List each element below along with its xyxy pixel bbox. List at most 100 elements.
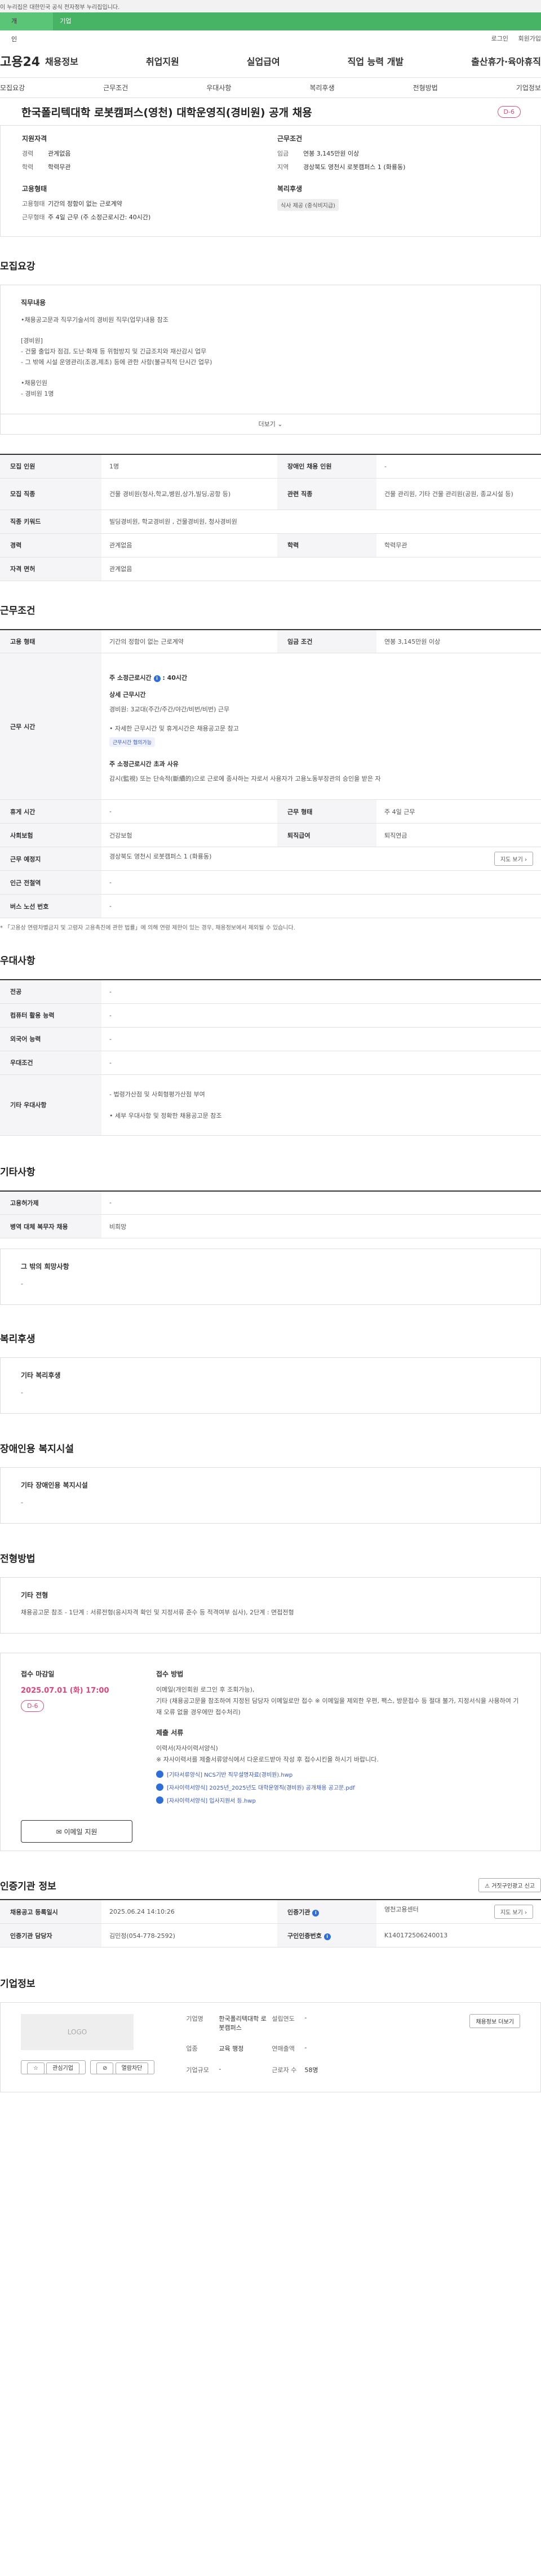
duty-line-7: - 경비원 1명: [21, 390, 54, 397]
table-value: -: [101, 980, 541, 1004]
block-button[interactable]: ⊘ 열람차단: [90, 2060, 155, 2074]
qual-career-label: 경력: [22, 150, 34, 157]
anchor-welfare[interactable]: 복리후생: [309, 83, 334, 92]
table-label: 근무 예정지: [0, 847, 101, 871]
place-value: 경상북도 영천시 로봇캠퍼스 1 (화룡동): [109, 853, 212, 860]
wish-value: -: [21, 1280, 23, 1287]
company-section-title: 기업정보: [0, 1979, 36, 1990]
more-button[interactable]: 더보기 ⌄: [0, 414, 541, 435]
file-link[interactable]: [자사이력서양식] 2025년_2025년도 대학운영직(경비원) 공개채용 공…: [156, 1783, 520, 1791]
info-icon[interactable]: i: [323, 1933, 331, 1940]
table-value: 학력무관: [376, 533, 541, 557]
cond-wage-label: 임금: [277, 150, 289, 157]
anchor-recruit[interactable]: 모집요강: [0, 83, 25, 92]
etc-section-title: 기타사항: [0, 1166, 36, 1178]
tab-personal[interactable]: 개인: [0, 12, 33, 43]
table-value: 김민정(054-778-2592): [101, 1923, 277, 1948]
cond-region: 지역 경상북도 영천시 로봇캠퍼스 1 (화룡동): [277, 162, 533, 171]
docs-line: ※ 자사이력서를 제출서류양식에서 다운로드받아 작성 후 접수시킨을 하시기 …: [156, 1756, 379, 1764]
cond-region-label: 지역: [277, 163, 289, 171]
table-value: -: [101, 1051, 541, 1075]
star-icon: ☆: [27, 2062, 45, 2074]
interest-button[interactable]: ☆ 관심기업: [21, 2060, 86, 2074]
chevron-down-icon: ⌄: [277, 421, 283, 428]
table-label: 채용공고 등록일시: [0, 1900, 101, 1924]
table-value: -: [101, 1027, 541, 1051]
company-info: 기업명 한국폴리텍대학 로봇캠퍼스 설립연도 - 업종 교육 행정 연매출액 - 기업규…: [186, 2014, 361, 2081]
qual-edu: 학력 학력무관: [22, 162, 277, 171]
table-label: 모집 인원: [0, 454, 101, 479]
gnb-item-support[interactable]: 취업지원: [146, 54, 179, 68]
table-label: 모집 직종: [0, 478, 101, 510]
anchor-process[interactable]: 전형방법: [413, 83, 438, 92]
info-icon[interactable]: i: [312, 1909, 320, 1916]
map-button[interactable]: 지도 보기 ›: [494, 852, 533, 866]
table-value: 퇴직연금: [376, 823, 541, 847]
co-value: 한국폴리텍대학 로봇캠퍼스: [219, 2015, 267, 2031]
duty-line-4: - 그 밖에 시설 운영관리(조경,제초) 등에 관한 사항(불규칙적 단시간 …: [21, 358, 212, 366]
cert-header: 인증기관 정보 ⚠ 거짓구인광고 신고: [0, 1851, 541, 1899]
cond-wage: 임금 연봉 3,145만원 이상: [277, 149, 533, 158]
email-apply-button[interactable]: ✉ 이메일 지원: [21, 1820, 132, 1843]
company-box: LOGO ☆ 관심기업 ⊘ 열람차단 기업명 한국폴리텍대학 로봇캠퍼스 설립연도…: [0, 2002, 541, 2092]
table-label: 고용허가제: [0, 1190, 101, 1215]
table-value: 비희망: [101, 1214, 541, 1238]
place-cell: 경상북도 영천시 로봇캠퍼스 1 (화룡동) 지도 보기 ›: [101, 847, 541, 871]
anchor-company[interactable]: 기업정보: [516, 83, 541, 92]
agency-value: 영천고용센터: [384, 1906, 419, 1913]
co-label: 설립연도: [272, 2015, 295, 2022]
table-label: 학력: [277, 533, 376, 557]
table-row: 채용공고 등록일시 2025.06.24 14:10:26 인증기관 i 영천고용센터…: [0, 1900, 541, 1924]
company-jobs-button[interactable]: 채용정보 더보기: [469, 2014, 520, 2028]
welfare-section-title: 복리후생: [0, 1334, 36, 1345]
welfare-box: 기타 복리후생 -: [0, 1357, 541, 1414]
duty-box: 직무내용 •채용공고문과 직무기술서의 경비원 직무(업무)내용 참조 [경비원…: [0, 285, 541, 414]
qual-title: 지원자격: [22, 135, 47, 143]
disabled-box-value: -: [21, 1499, 23, 1506]
emp-form-label: 근무형태: [22, 214, 45, 221]
hours-note: • 자세한 근무시간 및 휴게시간은 채용공고문 참고: [109, 725, 239, 732]
co-label: 연매출액: [272, 2045, 295, 2053]
weekly-hours-label: 주 소정근로시간: [109, 674, 152, 681]
table-value: -: [101, 1003, 541, 1028]
gnb-item-training[interactable]: 직업 능력 개발: [348, 54, 403, 68]
etc-table: 고용허가제 - 병역 대체 복무자 채용 비희망: [0, 1190, 541, 1238]
co-label: 업종: [186, 2045, 198, 2053]
signup-link[interactable]: 회원가입: [518, 35, 541, 42]
table-label: 직종 키워드: [0, 510, 101, 534]
report-button[interactable]: ⚠ 거짓구인광고 신고: [478, 1878, 541, 1892]
file-link[interactable]: [자사이력서양식] 입사지원서 등.hwp: [156, 1796, 520, 1804]
site-logo[interactable]: 고용24: [0, 52, 45, 70]
age-note: * 「고용상 연령차별금지 및 고령자 고용촉진에 관한 법률」에 의해 연령 …: [0, 925, 295, 931]
table-row: 모집 인원 1명 장애인 채용 인원 -: [0, 454, 541, 479]
table-label: 퇴직급여: [277, 823, 376, 847]
welfare-box-title: 기타 복리후생: [21, 1371, 61, 1379]
table-row: 기타 우대사항 - 법령가산점 및 사회형평가산점 부여 • 세부 우대사항 및 정…: [0, 1074, 541, 1136]
co-label: 기업규모: [186, 2066, 209, 2074]
login-link[interactable]: 로그인: [491, 35, 508, 42]
anchor-work[interactable]: 근무조건: [103, 83, 128, 92]
overtime-title: 주 소정근로시간 초과 사유: [109, 760, 179, 768]
work-table: 고용 형태 기간의 정함이 없는 근로계약 임금 조건 연봉 3,145만원 이상 근…: [0, 628, 541, 918]
gnb-item-jobs[interactable]: 채용정보: [45, 54, 78, 68]
info-icon[interactable]: i: [153, 675, 161, 682]
co-value: -: [304, 2044, 307, 2052]
table-value: -: [101, 870, 541, 895]
table-label: 인증기관 i: [277, 1900, 376, 1924]
hours-tag: 근무시간 협의가능: [109, 737, 156, 747]
agency-map-button[interactable]: 지도 보기 ›: [494, 1905, 533, 1919]
table-label: 구인인증번호 i: [277, 1923, 376, 1948]
file-link[interactable]: [기타서류양식] NCS기반 직무설명자료(경비원).hwp: [156, 1770, 520, 1778]
table-row: 버스 노선 번호 -: [0, 894, 541, 918]
qual-career-value: 관계없음: [48, 150, 71, 157]
table-label: 근무 형태: [277, 799, 376, 824]
chevron-right-icon: ›: [525, 1910, 527, 1916]
table-label: 자격 면허: [0, 557, 101, 581]
tab-company[interactable]: 기업: [53, 12, 541, 30]
duty-line-5: [21, 368, 520, 378]
anchor-prefer[interactable]: 우대사항: [206, 83, 231, 92]
method-title: 접수 방법: [156, 1670, 184, 1678]
gnb-item-leave[interactable]: 출산휴가·육아휴직: [471, 54, 541, 68]
wish-title: 그 밖의 희망사항: [21, 1263, 69, 1271]
gnb-item-unemployment[interactable]: 실업급여: [247, 54, 280, 68]
